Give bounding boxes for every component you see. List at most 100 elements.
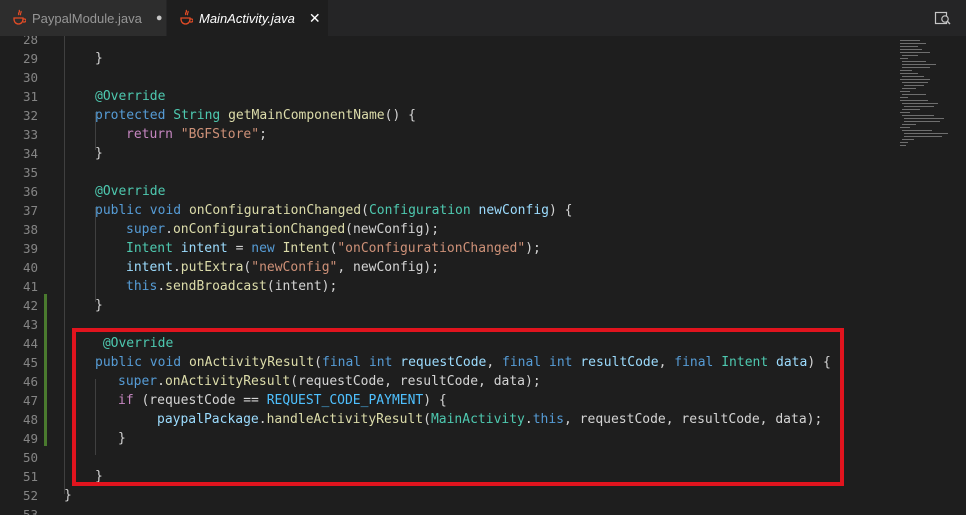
line-number: 49 [22, 431, 38, 446]
minimap-line [900, 97, 908, 98]
line-number: 43 [22, 317, 38, 332]
minimap-line [902, 124, 916, 125]
line-number: 40 [22, 260, 38, 275]
code-line[interactable]: public void onConfigurationChanged(Confi… [95, 201, 572, 220]
tab-label: PaypalModule.java [32, 10, 142, 26]
indent-guide [95, 207, 96, 302]
code-line[interactable]: protected String getMainComponentName() … [95, 106, 416, 125]
code-line[interactable]: super.onConfigurationChanged(newConfig); [126, 220, 439, 239]
code-line[interactable]: } [64, 486, 72, 505]
line-number: 33 [22, 127, 38, 142]
unsaved-dot-icon[interactable]: ● [156, 12, 163, 24]
minimap-line [904, 106, 934, 107]
code-line[interactable]: } [95, 144, 103, 163]
minimap-line [900, 40, 920, 41]
line-number: 41 [22, 279, 38, 294]
open-changes-icon[interactable] [934, 9, 952, 27]
line-number-gutter: 28 29 30 31 32 33 34 35 36 37 38 39 40 41 42 43 44 45 46 47… [0, 36, 48, 515]
code-line[interactable]: Intent intent = new Intent("onConfigurat… [126, 239, 541, 258]
minimap-line [900, 73, 918, 74]
code-token: String [173, 108, 221, 123]
minimap-line [900, 91, 910, 92]
line-number: 53 [22, 507, 38, 515]
minimap-line [902, 139, 914, 140]
code-token: intent [126, 260, 173, 275]
code-token: "newConfig" [251, 260, 338, 275]
code-token: putExtra [180, 260, 244, 275]
code-token: newConfig [478, 203, 549, 218]
minimap-line [900, 112, 910, 113]
tab-paypalmodule[interactable]: PaypalModule.java ● [0, 0, 167, 36]
code-line[interactable]: this.sendBroadcast(intent); [126, 277, 337, 296]
code-line[interactable]: intent.putExtra("newConfig", newConfig); [126, 258, 439, 277]
line-number: 46 [22, 374, 38, 389]
line-number: 30 [22, 70, 38, 85]
indent-guide [64, 36, 65, 494]
minimap-line [900, 127, 910, 128]
code-token: } [95, 51, 103, 66]
code-token: "onConfigurationChanged" [337, 241, 526, 256]
code-token: onConfigurationChanged [172, 222, 346, 237]
line-number: 48 [22, 412, 38, 427]
minimap-line [900, 46, 918, 47]
code-token: this [126, 279, 158, 294]
code-token: getMainComponentName [228, 108, 385, 123]
line-number: 44 [22, 336, 38, 351]
modified-lines-indicator[interactable] [44, 294, 47, 446]
line-number: 28 [22, 36, 38, 47]
minimap-line [902, 103, 938, 104]
code-token: } [95, 146, 103, 161]
code-editor[interactable]: 28 29 30 31 32 33 34 35 36 37 38 39 40 41 42 43 44 45 46 47… [0, 36, 966, 515]
code-token: ; [259, 127, 267, 142]
minimap-line [900, 142, 908, 143]
line-number: 51 [22, 469, 38, 484]
code-line[interactable]: } [95, 49, 103, 68]
code-token: public [95, 203, 142, 218]
minimap-line [904, 121, 940, 122]
minimap-line [900, 70, 912, 71]
code-token: Intent [282, 241, 330, 256]
code-line[interactable]: @Override [95, 182, 165, 201]
code-token: new [251, 241, 275, 256]
line-number: 47 [22, 393, 38, 408]
minimap-line [904, 133, 948, 134]
line-number: 34 [22, 146, 38, 161]
minimap-line [902, 130, 932, 131]
line-number: 29 [22, 51, 38, 66]
annotation-highlight-box [72, 328, 844, 486]
code-token: intent [180, 241, 228, 256]
minimap-line [904, 85, 924, 86]
code-line[interactable]: } [95, 296, 103, 315]
minimap-line [902, 61, 926, 62]
code-token: super [126, 222, 166, 237]
code-token: , newConfig); [337, 260, 440, 275]
code-token: . [172, 260, 181, 275]
code-token: } [64, 488, 72, 503]
close-icon[interactable]: ✕ [309, 10, 321, 27]
java-file-icon [13, 9, 26, 25]
minimap-line [902, 55, 918, 56]
code-line[interactable]: return "BGFStore"; [126, 125, 267, 144]
code-token: } [95, 298, 103, 313]
code-token: return [126, 127, 173, 142]
minimap[interactable] [896, 36, 966, 515]
line-number: 39 [22, 241, 38, 256]
code-token: ); [525, 241, 541, 256]
line-number: 52 [22, 488, 38, 503]
editor-tab-bar: PaypalModule.java ● MainActivity.java ✕ [0, 0, 966, 36]
java-file-icon [180, 9, 193, 25]
minimap-line [900, 58, 908, 59]
code-token: "BGFStore" [180, 127, 260, 142]
code-line[interactable]: @Override [95, 87, 165, 106]
minimap-line [902, 115, 934, 116]
minimap-line [900, 100, 928, 101]
tab-mainactivity[interactable]: MainActivity.java ✕ [167, 0, 328, 36]
line-number: 45 [22, 355, 38, 370]
minimap-line [902, 82, 928, 83]
